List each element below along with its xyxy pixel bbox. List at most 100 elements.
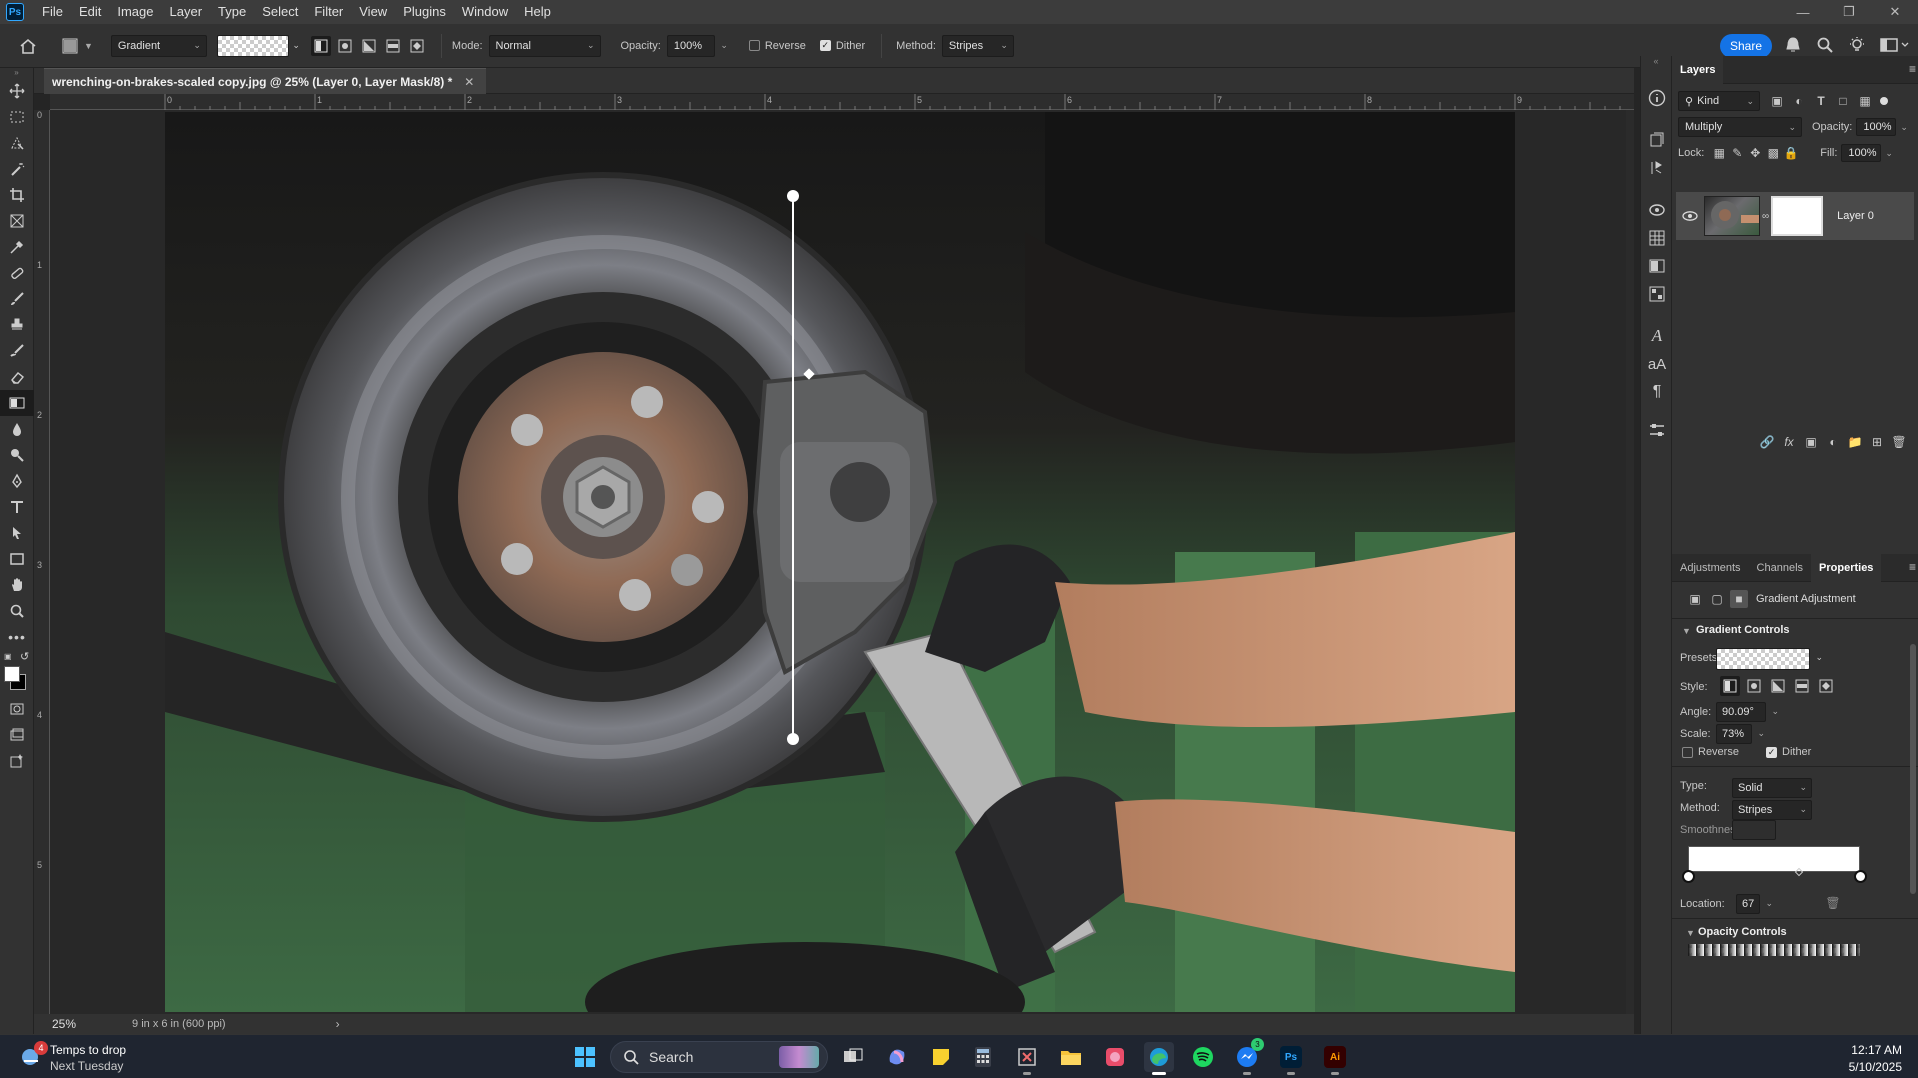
layer-row[interactable]: ∞ Layer 0 bbox=[1676, 192, 1914, 240]
tab-properties[interactable]: Properties bbox=[1811, 553, 1882, 582]
photoshop-taskbar-icon[interactable]: Ps bbox=[1276, 1042, 1306, 1075]
adjustments-presets-icon[interactable] bbox=[1641, 416, 1673, 444]
collapse-gradient-controls-icon[interactable]: ▼ bbox=[1682, 626, 1691, 636]
smoothness-field[interactable] bbox=[1732, 820, 1776, 840]
linear-style-icon[interactable] bbox=[1720, 676, 1740, 696]
gradients-panel-icon[interactable] bbox=[1641, 252, 1673, 280]
gradient-editor-bar[interactable] bbox=[1688, 846, 1860, 872]
sticky-notes-icon[interactable] bbox=[926, 1042, 956, 1072]
object-selection-tool-icon[interactable] bbox=[0, 130, 34, 156]
actions-panel-icon[interactable] bbox=[1641, 154, 1673, 182]
reverse-checkbox[interactable] bbox=[1682, 747, 1693, 758]
filter-adjustment-icon[interactable]: ◐ bbox=[1790, 92, 1808, 110]
new-adjustment-icon[interactable]: ◐ bbox=[1824, 433, 1842, 451]
generative-fill-icon[interactable] bbox=[0, 748, 34, 774]
patterns-panel-icon[interactable] bbox=[1641, 280, 1673, 308]
weather-title[interactable]: Temps to drop bbox=[50, 1043, 126, 1057]
mask-props-icon[interactable]: ▢ bbox=[1708, 590, 1726, 608]
angle-field[interactable]: 90.09° ⌄ bbox=[1716, 702, 1779, 722]
diamond-style-icon[interactable] bbox=[407, 36, 427, 56]
angle-style-icon[interactable] bbox=[1768, 676, 1788, 696]
status-menu-arrow-icon[interactable]: › bbox=[336, 1017, 340, 1031]
delete-stop-icon[interactable]: 🗑 bbox=[1824, 894, 1842, 912]
document-tab[interactable]: wrenching-on-brakes-scaled copy.jpg @ 25… bbox=[44, 68, 487, 94]
fill-caret-icon[interactable]: ⌄ bbox=[1885, 148, 1893, 159]
location-field[interactable]: 67 ⌄ bbox=[1736, 894, 1773, 914]
close-window-icon[interactable]: ✕ bbox=[1872, 0, 1918, 24]
layer-opacity-field[interactable]: 100% bbox=[1856, 118, 1897, 136]
character-panel-icon[interactable]: A bbox=[1641, 322, 1673, 350]
type-tool-icon[interactable] bbox=[0, 494, 34, 520]
quick-mask-icon[interactable] bbox=[0, 696, 34, 722]
messenger-icon[interactable]: 3 bbox=[1232, 1038, 1264, 1075]
layers-tab[interactable]: Layers bbox=[1672, 55, 1724, 84]
eyedropper-tool-icon[interactable] bbox=[0, 234, 34, 260]
close-tab-icon[interactable]: ✕ bbox=[464, 75, 474, 89]
healing-brush-tool-icon[interactable] bbox=[0, 260, 34, 286]
fx-icon[interactable]: fx bbox=[1780, 433, 1798, 451]
brush-tool-icon[interactable] bbox=[0, 286, 34, 312]
gradient-preview-swatch[interactable]: ⌄ bbox=[216, 34, 300, 57]
gradient-adjustment-props-icon[interactable]: ■ bbox=[1730, 590, 1748, 608]
angle-style-icon[interactable] bbox=[359, 36, 379, 56]
info-panel-icon[interactable] bbox=[1641, 84, 1673, 112]
gradient-tool-icon[interactable] bbox=[60, 38, 80, 54]
dither-checkbox[interactable]: ✓ bbox=[819, 40, 831, 51]
foreground-color-swatch[interactable] bbox=[4, 666, 20, 682]
properties-panel-menu-icon[interactable]: ≡ bbox=[1909, 560, 1916, 574]
menu-layer[interactable]: Layer bbox=[162, 0, 211, 24]
opacity-field[interactable]: 100% ⌄ bbox=[666, 34, 728, 57]
color-stop-right[interactable] bbox=[1854, 870, 1867, 883]
more-tools-icon[interactable]: ••• bbox=[0, 624, 34, 650]
menu-help[interactable]: Help bbox=[516, 0, 559, 24]
layer-filter-kind-dropdown[interactable]: ⚲ Kind ⌄ bbox=[1678, 91, 1760, 111]
swap-colors-icon[interactable]: ↺ bbox=[20, 650, 29, 663]
weather-widget-icon[interactable]: 4 bbox=[18, 1041, 48, 1071]
canvas-area[interactable] bbox=[50, 110, 1634, 1014]
tab-channels[interactable]: Channels bbox=[1749, 554, 1811, 582]
lock-all-icon[interactable]: 🔒 bbox=[1782, 144, 1800, 162]
snipping-tool-icon[interactable] bbox=[1012, 1042, 1042, 1075]
vertical-scrollbar[interactable] bbox=[1626, 110, 1634, 1014]
history-panel-icon[interactable] bbox=[1641, 126, 1673, 154]
notification-bell-icon[interactable] bbox=[1784, 36, 1804, 56]
scale-field[interactable]: 73% ⌄ bbox=[1716, 724, 1765, 744]
radial-style-icon[interactable] bbox=[335, 36, 355, 56]
clock-date[interactable]: 5/10/2025 bbox=[1849, 1060, 1902, 1074]
layer-opacity-caret-icon[interactable]: ⌄ bbox=[1900, 122, 1908, 133]
paragraph-panel-icon[interactable]: ¶ bbox=[1641, 378, 1673, 406]
filter-pixel-icon[interactable]: ▣ bbox=[1768, 92, 1786, 110]
method-dropdown[interactable]: Stripes ⌄ bbox=[941, 34, 1014, 57]
marquee-tool-icon[interactable] bbox=[0, 104, 34, 130]
crop-tool-icon[interactable] bbox=[0, 182, 34, 208]
discover-lightbulb-icon[interactable] bbox=[1848, 36, 1868, 56]
rectangle-tool-icon[interactable] bbox=[0, 546, 34, 572]
fill-field[interactable]: 100% bbox=[1841, 144, 1882, 162]
reflected-style-icon[interactable] bbox=[1792, 676, 1812, 696]
menu-file[interactable]: File bbox=[34, 0, 71, 24]
type-dropdown[interactable]: Solid ⌄ bbox=[1732, 778, 1812, 798]
layer-mask-thumbnail[interactable] bbox=[1771, 196, 1824, 236]
collapse-strip-icon[interactable]: « bbox=[1641, 56, 1671, 68]
reverse-checkbox[interactable] bbox=[748, 40, 760, 51]
edge-browser-icon[interactable] bbox=[1144, 1042, 1174, 1075]
task-view-icon[interactable] bbox=[838, 1042, 868, 1072]
filter-toggle-icon[interactable] bbox=[1880, 97, 1888, 105]
menu-view[interactable]: View bbox=[351, 0, 395, 24]
lock-artboard-icon[interactable]: ▩ bbox=[1764, 144, 1782, 162]
blur-tool-icon[interactable] bbox=[0, 416, 34, 442]
spotify-icon[interactable] bbox=[1188, 1042, 1218, 1072]
menu-image[interactable]: Image bbox=[109, 0, 161, 24]
delete-layer-icon[interactable]: 🗑 bbox=[1890, 433, 1908, 451]
weather-subtitle[interactable]: Next Tuesday bbox=[50, 1059, 123, 1073]
start-button-icon[interactable] bbox=[570, 1042, 600, 1072]
swatches-panel-icon[interactable] bbox=[1641, 224, 1673, 252]
tool-preset-caret-icon[interactable]: ▼ bbox=[84, 41, 93, 51]
layer-thumbnail[interactable] bbox=[1704, 196, 1760, 236]
color-stop-left[interactable] bbox=[1682, 870, 1695, 883]
move-tool-icon[interactable] bbox=[0, 78, 34, 104]
tab-adjustments[interactable]: Adjustments bbox=[1672, 554, 1749, 582]
copilot-icon[interactable] bbox=[882, 1042, 912, 1072]
restore-icon[interactable]: ❐ bbox=[1826, 0, 1872, 24]
new-layer-icon[interactable]: ⊞ bbox=[1868, 433, 1886, 451]
